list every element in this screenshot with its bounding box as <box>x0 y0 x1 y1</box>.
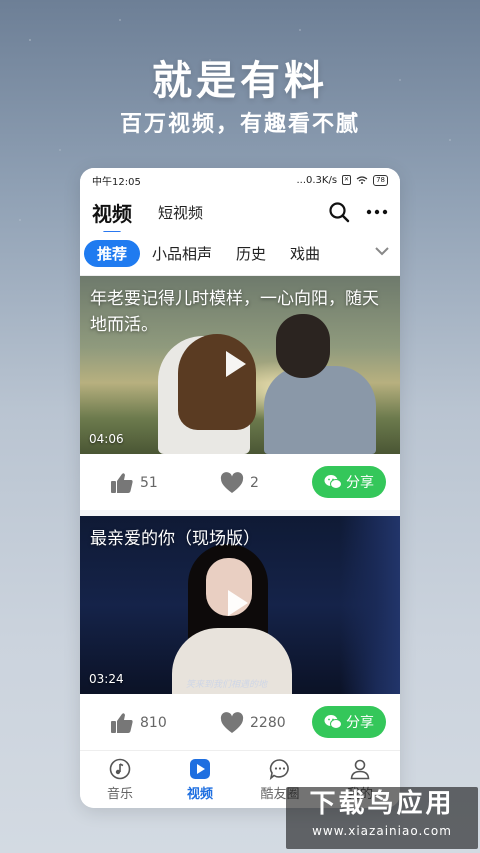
like-button[interactable]: 810 <box>110 712 167 734</box>
share-button[interactable]: 分享 <box>312 706 386 738</box>
category-history[interactable]: 历史 <box>224 243 278 264</box>
status-time: 中午12:05 <box>92 176 141 188</box>
like-count: 810 <box>140 715 167 731</box>
video-thumbnail[interactable]: 最亲爱的你（现场版） 03:24 笑来到我们相遇的地 <box>80 516 400 694</box>
play-icon[interactable] <box>226 351 246 377</box>
wechat-icon <box>324 475 342 489</box>
video-subtitle: 笑来到我们相遇的地 <box>186 680 268 690</box>
thumbs-up-icon <box>111 473 133 493</box>
network-speed: ...0.3K/s <box>296 174 338 186</box>
more-icon[interactable] <box>366 209 388 215</box>
wechat-icon <box>324 715 342 729</box>
thumbnail-figure <box>178 334 256 430</box>
share-label: 分享 <box>346 475 374 491</box>
play-icon[interactable] <box>228 590 248 616</box>
chat-bubble-icon <box>269 758 289 780</box>
music-icon <box>109 758 131 779</box>
promo-subline: 百万视频，有趣看不腻 <box>119 112 360 137</box>
like-button[interactable]: 51 <box>110 472 158 494</box>
bottom-nav-label: 视频 <box>186 786 213 802</box>
battery-icon: 78 <box>373 174 388 186</box>
video-duration: 03:24 <box>89 672 124 686</box>
site-watermark: 下载鸟应用 www.xiazainiao.com <box>286 787 478 849</box>
wifi-icon <box>356 176 368 184</box>
category-recommend[interactable]: 推荐 <box>84 240 141 267</box>
user-icon <box>350 759 370 779</box>
bottom-nav-music[interactable]: 音乐 <box>80 751 160 808</box>
video-card: 最亲爱的你（现场版） 03:24 笑来到我们相遇的地 810 2280 分享 <box>80 516 400 750</box>
video-caption: 年老要记得儿时模样，一心向阳，随天地而活。 <box>90 289 379 335</box>
heart-icon <box>220 472 244 493</box>
status-indicators: ...0.3K/s ✕ 78 <box>296 174 388 186</box>
sim-icon: ✕ <box>342 175 352 185</box>
top-nav: 视频 短视频 <box>80 192 400 232</box>
video-actions: 810 2280 分享 <box>80 694 400 750</box>
favorite-button[interactable]: 2 <box>220 472 259 494</box>
favorite-count: 2280 <box>250 715 286 731</box>
share-button[interactable]: 分享 <box>312 466 386 498</box>
favorite-button[interactable]: 2280 <box>220 712 286 734</box>
video-actions: 51 2 分享 <box>80 454 400 510</box>
video-card: 年老要记得儿时模样，一心向阳，随天地而活。 04:06 51 2 分享 <box>80 276 400 510</box>
video-caption: 最亲爱的你（现场版） <box>90 529 260 549</box>
watermark-title: 下载鸟应用 <box>309 789 455 819</box>
search-icon[interactable] <box>328 201 350 223</box>
category-opera[interactable]: 戏曲 <box>278 243 332 264</box>
video-thumbnail[interactable]: 年老要记得儿时模样，一心向阳，随天地而活。 04:06 <box>80 276 400 454</box>
chevron-down-icon[interactable] <box>374 246 390 256</box>
phone-screen: 中午12:05 ...0.3K/s ✕ 78 视频 短视频 推荐 小品相声 历史… <box>80 168 400 808</box>
favorite-count: 2 <box>250 475 259 491</box>
share-label: 分享 <box>346 715 374 731</box>
category-bar: 推荐 小品相声 历史 戏曲 <box>80 232 400 276</box>
thumbs-up-icon <box>111 713 133 733</box>
like-count: 51 <box>140 475 158 491</box>
watermark-url: www.xiazainiao.com <box>312 824 452 838</box>
status-bar: 中午12:05 ...0.3K/s ✕ 78 <box>80 168 400 192</box>
video-play-icon <box>190 758 210 779</box>
promo-headline: 就是有料 <box>152 58 328 104</box>
category-sketch-crosstalk[interactable]: 小品相声 <box>140 243 224 264</box>
heart-icon <box>220 712 244 733</box>
thumbnail-figure <box>264 366 376 454</box>
video-duration: 04:06 <box>89 432 124 446</box>
tab-video[interactable]: 视频 <box>92 198 132 227</box>
tab-short-video[interactable]: 短视频 <box>158 202 203 223</box>
bottom-nav-label: 音乐 <box>106 786 133 802</box>
top-nav-actions <box>328 192 388 232</box>
bottom-nav-video[interactable]: 视频 <box>160 751 240 808</box>
